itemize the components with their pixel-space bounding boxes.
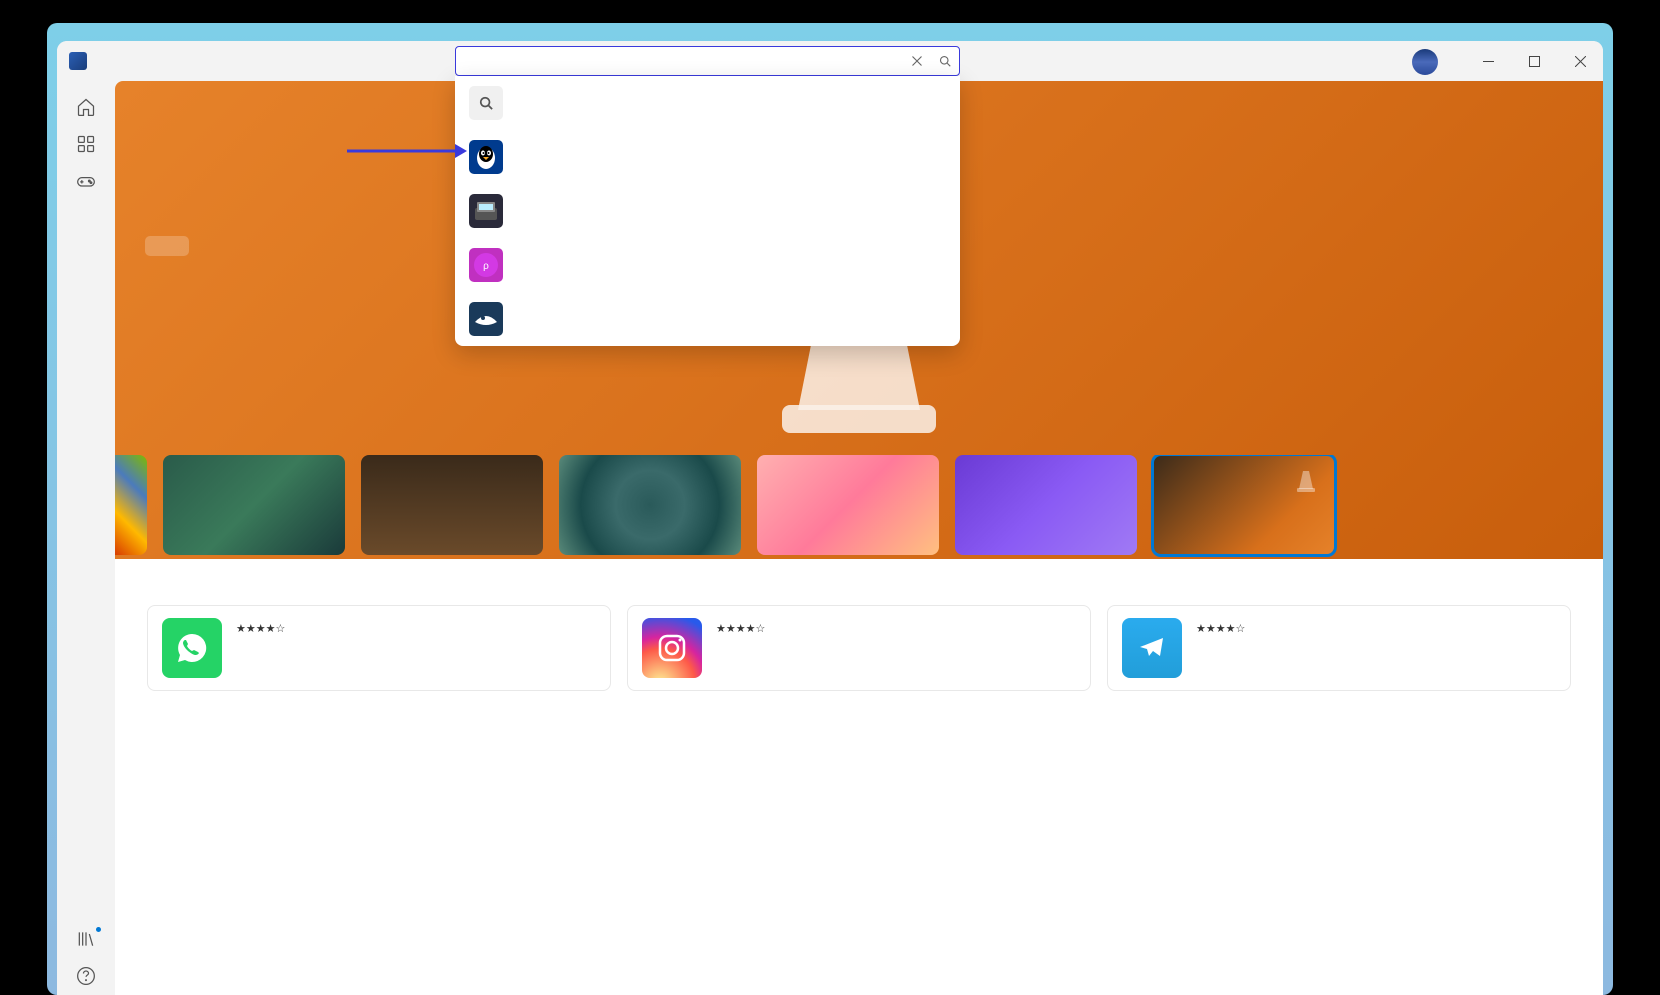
thumbnail-personalisation[interactable] [955,455,1137,555]
search-icon[interactable] [931,47,959,75]
maximize-button[interactable] [1511,41,1557,81]
app-card-whatsapp[interactable]: ★★★★☆ [147,605,611,691]
search-suggestions-panel: ρ [455,76,960,346]
app-icon [69,52,87,70]
suggestion-item-wsl[interactable] [455,130,960,184]
top-free-apps-section: ★★★★☆ ★★★★☆ [115,559,1603,691]
thumbnail-monitor[interactable] [361,455,543,555]
suggestion-item-pengwin[interactable]: ρ [455,238,960,292]
titlebar: ρ [57,41,1603,81]
search-icon [469,86,503,120]
vlc-cone-icon [1295,469,1317,493]
penguin-icon [469,140,503,174]
sidebar-item-apps[interactable] [57,126,115,163]
see-details-button[interactable] [145,236,189,256]
user-avatar[interactable] [1412,49,1438,75]
search-box[interactable] [455,46,960,76]
sidebar [57,81,115,995]
toolbox-icon [469,194,503,228]
thumbnail-candycrush[interactable] [757,455,939,555]
app-rating: ★★★★☆ [236,622,289,635]
thumbnail-vlc[interactable] [1153,455,1335,555]
app-rating: ★★★★☆ [716,622,769,635]
minimize-button[interactable] [1465,41,1511,81]
thumbnail-ms365[interactable] [115,455,147,555]
app-card-instagram[interactable]: ★★★★☆ [627,605,1091,691]
raft-icon [469,302,503,336]
suggestion-item-wsl-toolbox[interactable] [455,184,960,238]
telegram-icon [1122,618,1182,678]
search-input[interactable] [456,54,903,69]
carousel-thumbnails [115,455,1603,559]
thumbnail-artwork[interactable] [559,455,741,555]
suggestion-item-raft-wsl[interactable] [455,292,960,346]
sidebar-item-home[interactable] [57,89,115,126]
pengwin-icon: ρ [469,248,503,282]
instagram-icon [642,618,702,678]
whatsapp-icon [162,618,222,678]
sidebar-item-library[interactable] [57,921,115,958]
app-card-telegram[interactable]: ★★★★☆ [1107,605,1571,691]
app-rating: ★★★★☆ [1196,622,1249,635]
sidebar-item-help[interactable] [57,958,115,995]
clear-search-icon[interactable] [903,47,931,75]
svg-text:ρ: ρ [483,261,489,272]
suggestion-query[interactable] [455,76,960,130]
close-button[interactable] [1557,41,1603,81]
thumbnail-game[interactable] [163,455,345,555]
sidebar-item-gaming[interactable] [57,163,115,200]
